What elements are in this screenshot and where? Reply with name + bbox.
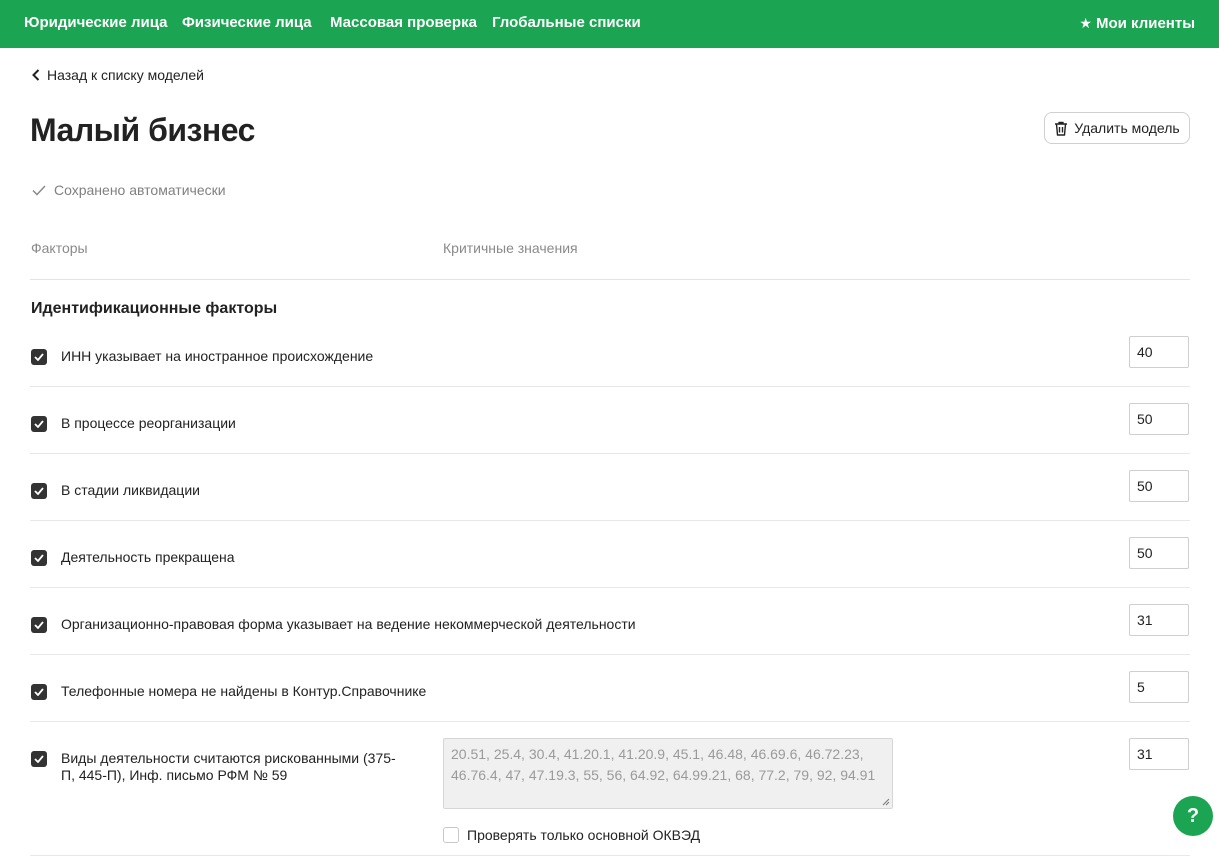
autosave-status: Сохранено автоматически	[32, 182, 226, 198]
factor-row-risky-activities: Виды деятельности считаются рискованными…	[30, 738, 1190, 856]
nav-global-lists[interactable]: Глобальные списки	[492, 0, 641, 48]
factor-label: Деятельность прекращена	[61, 549, 235, 565]
back-link-label: Назад к списку моделей	[47, 67, 204, 83]
column-header-critical-values: Критичные значения	[443, 240, 578, 256]
factor-label: В процессе реорганизации	[61, 415, 236, 431]
factor-row: Телефонные номера не найдены в Контур.Сп…	[30, 671, 1190, 722]
star-icon: ★	[1079, 15, 1092, 31]
row-divider	[30, 453, 1190, 454]
factor-value-input[interactable]	[1129, 671, 1189, 703]
help-icon: ?	[1186, 804, 1200, 827]
nav-bulk-check[interactable]: Массовая проверка	[330, 0, 477, 48]
factor-checkbox[interactable]	[31, 617, 47, 633]
factor-row: В процессе реорганизации	[30, 403, 1190, 454]
column-header-factors: Факторы	[31, 240, 88, 256]
factor-value-input[interactable]	[1129, 336, 1189, 368]
factor-value-input[interactable]	[1129, 470, 1189, 502]
factor-value-input[interactable]	[1129, 738, 1189, 770]
header-divider	[30, 279, 1190, 280]
factor-checkbox[interactable]	[31, 349, 47, 365]
trash-icon	[1055, 121, 1068, 136]
row-divider	[30, 386, 1190, 387]
factor-label: В стадии ликвидации	[61, 482, 200, 498]
factor-value-input[interactable]	[1129, 604, 1189, 636]
nav-my-clients[interactable]: ★ Мои клиенты	[1079, 0, 1195, 48]
my-clients-label: Мои клиенты	[1095, 15, 1195, 32]
checkbox-checked-icon	[34, 621, 44, 629]
checkbox-checked-icon	[34, 487, 44, 495]
check-icon	[32, 184, 46, 196]
row-divider	[30, 520, 1190, 521]
factor-row: Деятельность прекращена	[30, 537, 1190, 588]
nav-legal-entities[interactable]: Юридические лица	[24, 0, 168, 48]
factor-checkbox[interactable]	[31, 751, 47, 767]
factor-value-input[interactable]	[1129, 403, 1189, 435]
delete-model-button[interactable]: Удалить модель	[1044, 112, 1190, 144]
section-title-identification: Идентификационные факторы	[31, 300, 278, 317]
factor-checkbox[interactable]	[31, 416, 47, 432]
factor-row: Организационно-правовая форма указывает …	[30, 604, 1190, 655]
factor-label: Телефонные номера не найдены в Контур.Сп…	[61, 683, 427, 699]
factor-value-input[interactable]	[1129, 537, 1189, 569]
checkbox-checked-icon	[34, 353, 44, 361]
checkbox-checked-icon	[34, 688, 44, 696]
checkbox-checked-icon	[34, 755, 44, 763]
only-main-okved-label: Проверять только основной ОКВЭД	[467, 827, 701, 843]
autosave-status-text: Сохранено автоматически	[54, 182, 226, 198]
factor-checkbox[interactable]	[31, 550, 47, 566]
top-navigation-bar: Юридические лица Физические лица Массова…	[0, 0, 1219, 48]
okved-codes-textarea[interactable]: 20.51, 25.4, 30.4, 41.20.1, 41.20.9, 45.…	[443, 738, 893, 809]
help-button[interactable]: ?	[1173, 796, 1213, 836]
back-to-models-link[interactable]: Назад к списку моделей	[32, 67, 204, 83]
resize-grip-icon[interactable]	[882, 798, 890, 806]
factor-checkbox[interactable]	[31, 483, 47, 499]
factor-row: ИНН указывает на иностранное происхожден…	[30, 336, 1190, 387]
row-divider	[30, 654, 1190, 655]
factor-checkbox[interactable]	[31, 684, 47, 700]
factor-label: ИНН указывает на иностранное происхожден…	[61, 348, 374, 364]
row-divider	[30, 721, 1190, 722]
checkbox-checked-icon	[34, 554, 44, 562]
row-divider	[30, 587, 1190, 588]
delete-model-label: Удалить модель	[1074, 120, 1180, 136]
factor-label: Организационно-правовая форма указывает …	[61, 616, 636, 632]
checkbox-checked-icon	[34, 420, 44, 428]
chevron-left-icon	[32, 69, 40, 81]
factor-label: Виды деятельности считаются рискованными…	[61, 750, 396, 783]
factor-row: В стадии ликвидации	[30, 470, 1190, 521]
only-main-okved-checkbox[interactable]	[443, 827, 459, 843]
nav-individuals[interactable]: Физические лица	[182, 0, 312, 48]
page-title: Малый бизнес	[30, 112, 255, 148]
